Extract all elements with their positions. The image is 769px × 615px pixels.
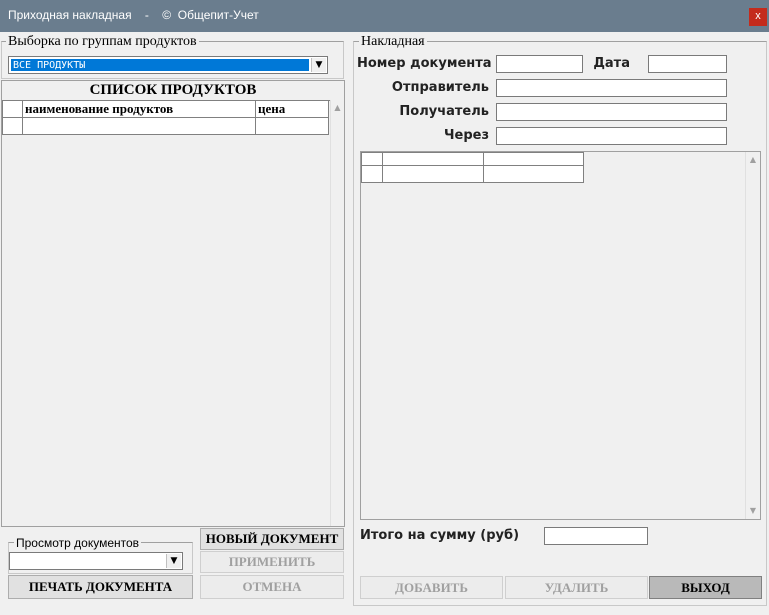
scroll-up-icon[interactable]: ▲	[746, 152, 760, 168]
date-label: Дата	[593, 56, 630, 71]
column-header-product-name[interactable]: наименование продуктов	[22, 100, 256, 118]
date-field[interactable]	[648, 55, 727, 73]
documents-group-label: Просмотр документов	[14, 535, 142, 551]
apply-button[interactable]: ПРИМЕНИТЬ	[200, 551, 344, 573]
product-price-cell[interactable]	[255, 117, 329, 135]
via-label: Через	[444, 128, 489, 143]
add-button[interactable]: ДОБАВИТЬ	[360, 576, 503, 599]
sender-label: Отправитель	[391, 80, 489, 95]
invoice-items-grid: ▲ ▼	[360, 151, 761, 520]
invoice-cell-1[interactable]	[382, 165, 484, 183]
window-title: Приходная накладная - © Общепит-Учет	[8, 8, 259, 22]
product-group-selected: ВСЕ ПРОДУКТЫ	[11, 59, 309, 71]
close-button[interactable]: x	[749, 8, 767, 26]
receiver-label: Получатель	[399, 104, 489, 119]
column-header-2[interactable]	[483, 152, 584, 166]
column-header-1[interactable]	[382, 152, 484, 166]
exit-button[interactable]: ВЫХОД	[649, 576, 762, 599]
total-label: Итого на сумму (руб)	[360, 528, 520, 543]
filter-group-label: Выборка по группам продуктов	[6, 34, 199, 50]
print-document-button[interactable]: ПЕЧАТЬ ДОКУМЕНТА	[8, 575, 193, 599]
new-document-button[interactable]: НОВЫЙ ДОКУМЕНТ	[200, 528, 344, 550]
products-scrollbar[interactable]: ▲	[330, 100, 344, 526]
row-selector-header	[361, 152, 383, 166]
row-selector-header	[2, 100, 23, 118]
total-field[interactable]	[544, 527, 648, 545]
doc-number-label: Номер документа	[357, 56, 492, 71]
invoice-group-label: Накладная	[359, 34, 427, 50]
products-grid: СПИСОК ПРОДУКТОВ наименование продуктов …	[1, 80, 345, 527]
via-field[interactable]	[496, 127, 727, 145]
scroll-up-icon[interactable]: ▲	[331, 100, 344, 116]
receiver-field[interactable]	[496, 103, 727, 121]
invoice-scrollbar[interactable]: ▲ ▼	[745, 152, 760, 519]
cancel-button[interactable]: ОТМЕНА	[200, 575, 344, 599]
sender-field[interactable]	[496, 79, 727, 97]
scroll-down-icon[interactable]: ▼	[746, 503, 760, 519]
chevron-down-icon[interactable]: ▼	[166, 554, 181, 568]
doc-number-field[interactable]	[496, 55, 583, 73]
chevron-down-icon[interactable]: ▼	[311, 58, 326, 72]
row-selector-cell[interactable]	[361, 165, 383, 183]
product-name-cell[interactable]	[22, 117, 256, 135]
documents-select[interactable]: ▼	[9, 552, 183, 570]
column-header-price[interactable]: цена	[255, 100, 329, 118]
product-group-select[interactable]: ВСЕ ПРОДУКТЫ ▼	[8, 56, 328, 74]
row-selector-cell[interactable]	[2, 117, 23, 135]
products-caption: СПИСОК ПРОДУКТОВ	[2, 81, 344, 101]
invoice-cell-2[interactable]	[483, 165, 584, 183]
delete-button[interactable]: УДАЛИТЬ	[505, 576, 648, 599]
